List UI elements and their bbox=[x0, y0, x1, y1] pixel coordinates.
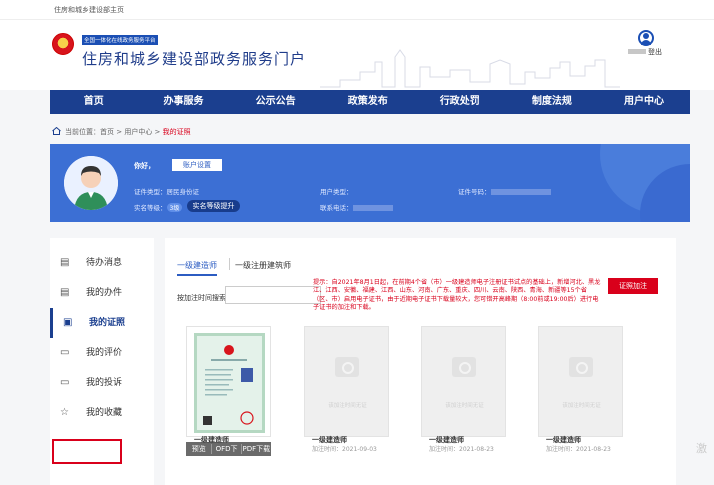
certificate-placeholder: 该加注时间无证 bbox=[304, 326, 389, 437]
verify-label: 实名等级： bbox=[134, 204, 167, 212]
sidebar-item-complaints[interactable]: ▭ 我的投诉 bbox=[50, 368, 154, 398]
certificate-card[interactable]: 该加注时间无证 一级建造师 加注时间：2021-08-23 bbox=[421, 326, 506, 464]
cert-no-label: 证件号码： bbox=[458, 188, 491, 196]
verify-level-badge: 3级 bbox=[166, 203, 183, 212]
card-action-bar: 预览 OFD下载 PDF下载 bbox=[186, 442, 271, 467]
sidebar-item-label: 我的评价 bbox=[86, 348, 123, 358]
certificate-card[interactable]: 该加注时间无证 一级建造师 加注时间：2021-09-03 bbox=[304, 326, 389, 464]
certificate-placeholder: 该加注时间无证 bbox=[421, 326, 506, 437]
nav-user-center[interactable]: 用户中心 bbox=[598, 90, 690, 114]
verify-upgrade-button[interactable]: 实名等级提升 bbox=[187, 200, 240, 212]
nav-policies[interactable]: 政策发布 bbox=[322, 90, 414, 114]
site-title[interactable]: 住房和城乡建设部政务服务门户 bbox=[82, 48, 306, 69]
profile-banner: 你好， 账户设置 证件类型：居民身份证 实名等级： 3级 实名等级提升 用户类型：… bbox=[50, 144, 690, 222]
nav-announcements[interactable]: 公示公告 bbox=[230, 90, 322, 114]
contact-label: 联系电话： bbox=[320, 204, 353, 212]
ofd-download-button[interactable]: OFD下载 bbox=[212, 442, 240, 467]
logout-button[interactable]: 登出 bbox=[648, 47, 662, 57]
download-highlight-box bbox=[52, 439, 122, 464]
tab-first-class-constructor[interactable]: 一级建造师 bbox=[177, 260, 217, 276]
nav-penalties[interactable]: 行政处罚 bbox=[414, 90, 506, 114]
camera-icon bbox=[452, 357, 476, 377]
top-bar: 住房和城乡建设部主页 bbox=[0, 0, 714, 20]
main-panel: 一级建造师 一级注册建筑师 按加注时间搜索: 提示：自2021年8月1日起，在前… bbox=[165, 238, 676, 485]
card-date: 加注时间：2021-09-03 bbox=[312, 446, 377, 453]
sidebar-item-label: 我的办件 bbox=[86, 288, 123, 298]
sidebar-item-messages[interactable]: ▤ 待办消息 bbox=[50, 248, 154, 278]
sidebar-item-label: 待办消息 bbox=[86, 258, 123, 268]
tab-divider bbox=[229, 258, 230, 270]
greeting: 你好， bbox=[134, 162, 155, 170]
cert-type-row: 证件类型：居民身份证 bbox=[134, 186, 199, 196]
camera-icon bbox=[335, 357, 359, 377]
message-icon: ▤ bbox=[60, 257, 70, 268]
breadcrumb: 当前位置：首页 > 用户中心 > 我的证照 bbox=[52, 127, 191, 137]
watermark: 激 bbox=[696, 442, 707, 455]
breadcrumb-current: 我的证照 bbox=[162, 128, 191, 136]
verify-row: 实名等级： 3级 bbox=[134, 202, 183, 212]
national-emblem-icon: ★ bbox=[52, 33, 74, 55]
sidebar-item-certificates[interactable]: ▣ 我的证照 bbox=[50, 308, 154, 338]
avatar bbox=[64, 156, 118, 210]
home-icon bbox=[52, 127, 61, 135]
nav-home[interactable]: 首页 bbox=[50, 90, 137, 114]
sidebar-item-applications[interactable]: ▤ 我的办件 bbox=[50, 278, 154, 308]
user-icon[interactable] bbox=[638, 30, 654, 46]
card-date: 加注时间：2021-08-23 bbox=[546, 446, 611, 453]
user-type-label: 用户类型： bbox=[320, 188, 353, 196]
skyline-decoration bbox=[320, 49, 620, 88]
cert-type-value: 居民身份证 bbox=[166, 188, 200, 196]
certificate-frame bbox=[186, 326, 271, 437]
nav-services[interactable]: 办事服务 bbox=[137, 90, 229, 114]
tab-first-class-architect[interactable]: 一级注册建筑师 bbox=[235, 260, 291, 271]
sidebar-item-label: 我的收藏 bbox=[86, 408, 123, 418]
star-icon: ☆ bbox=[60, 407, 69, 418]
contact-masked bbox=[352, 205, 393, 211]
search-date-input[interactable] bbox=[225, 286, 321, 304]
preview-button[interactable]: 预览 bbox=[186, 442, 211, 456]
comment-icon: ▭ bbox=[60, 347, 70, 358]
main-nav: 首页 办事服务 公示公告 政策发布 行政处罚 制度法规 用户中心 bbox=[50, 90, 690, 114]
account-settings-button[interactable]: 账户设置 bbox=[172, 159, 222, 171]
cert-no-row: 证件号码： bbox=[458, 186, 551, 196]
breadcrumb-path[interactable]: 当前位置：首页 > 用户中心 > bbox=[65, 128, 163, 136]
cert-type-label: 证件类型： bbox=[134, 188, 167, 196]
sidebar-item-label: 我的证照 bbox=[89, 318, 126, 328]
contact-row: 联系电话： bbox=[320, 202, 393, 212]
platform-badge: 全国一体化在线政务服务平台 bbox=[82, 35, 158, 45]
certificate-card[interactable]: 该加注时间无证 一级建造师 加注时间：2021-08-23 bbox=[538, 326, 623, 464]
sidebar-item-label: 我的投诉 bbox=[86, 378, 123, 388]
complaint-icon: ▭ bbox=[60, 377, 70, 388]
document-icon: ▤ bbox=[60, 287, 70, 298]
certificate-placeholder: 该加注时间无证 bbox=[538, 326, 623, 437]
camera-icon bbox=[569, 357, 593, 377]
card-date: 加注时间：2021-08-23 bbox=[429, 446, 494, 453]
placeholder-text: 该加注时间无证 bbox=[562, 403, 601, 409]
ministry-homepage-link[interactable]: 住房和城乡建设部主页 bbox=[54, 5, 124, 15]
certificate-image bbox=[194, 333, 265, 433]
placeholder-text: 该加注时间无证 bbox=[445, 403, 484, 409]
banner-decoration bbox=[600, 144, 690, 222]
sidebar-item-favorites[interactable]: ☆ 我的收藏 bbox=[50, 398, 154, 428]
nav-regulations[interactable]: 制度法规 bbox=[506, 90, 598, 114]
notice-text: 提示：自2021年8月1日起，在前期4个省（市）一级建造师电子注册证书试点的基础… bbox=[313, 279, 601, 312]
pdf-download-button[interactable]: PDF下载 bbox=[242, 442, 271, 456]
username-masked bbox=[628, 49, 646, 54]
add-certificate-button[interactable]: 证照加注 bbox=[608, 278, 658, 294]
cert-no-masked bbox=[490, 189, 551, 195]
sidebar-item-reviews[interactable]: ▭ 我的评价 bbox=[50, 338, 154, 368]
placeholder-text: 该加注时间无证 bbox=[328, 403, 367, 409]
search-label: 按加注时间搜索: bbox=[177, 294, 229, 302]
id-card-icon: ▣ bbox=[63, 317, 73, 328]
certificate-card[interactable]: 一级建造师 预览 OFD下载 PDF下载 bbox=[186, 326, 271, 467]
